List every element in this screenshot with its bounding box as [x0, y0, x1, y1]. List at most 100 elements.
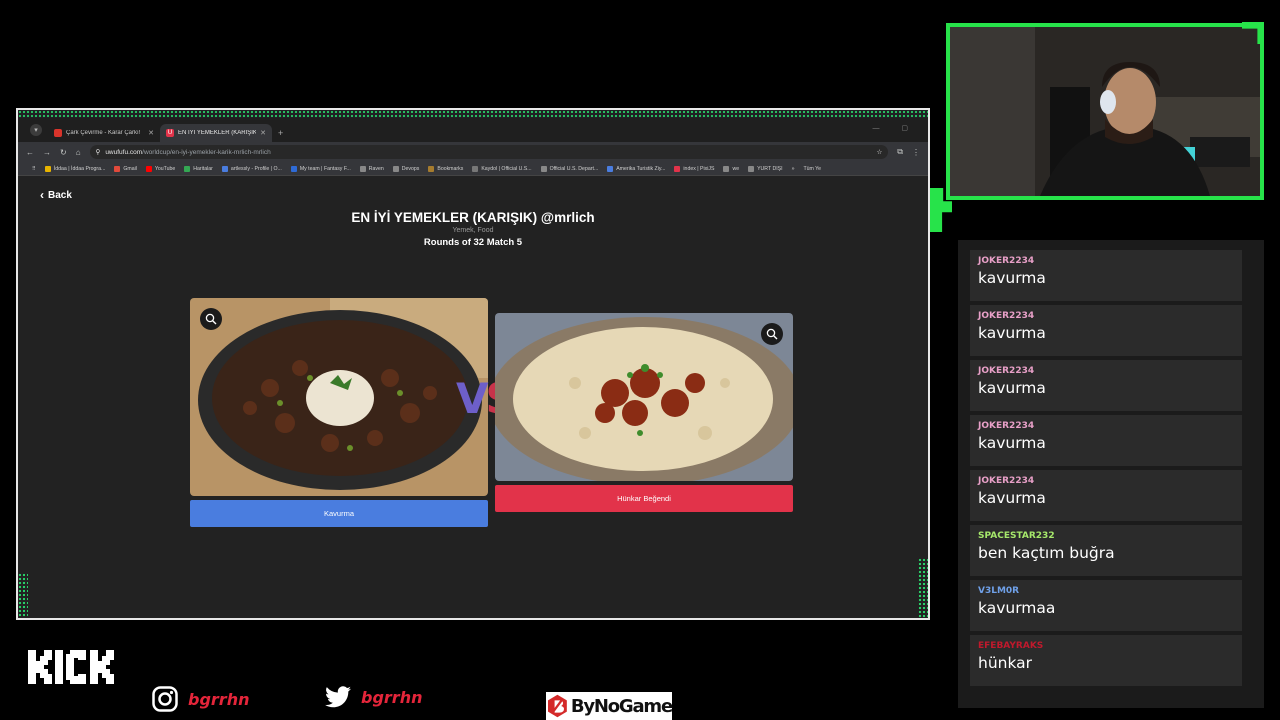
tab-bar: ▾ Çark Çevirme - Karar Çarkı! ✕ U EN İYİ…	[18, 118, 928, 142]
kavurma-image[interactable]	[190, 298, 488, 496]
chat-text: kavurma	[978, 269, 1046, 287]
kavurma-label: Kavurma	[323, 509, 354, 518]
browser-capture: ▾ Çark Çevirme - Karar Çarkı! ✕ U EN İYİ…	[16, 108, 930, 620]
chat-text: hünkar	[978, 654, 1033, 672]
bookmark-favicon-icon	[674, 165, 681, 172]
bookmark-favicon-icon	[221, 165, 228, 172]
chat-message: V3LM0R kavurmaa	[970, 580, 1242, 631]
chat-username[interactable]: JOKER2234	[978, 256, 1234, 266]
bookmark-favicon-icon	[184, 165, 191, 172]
site-info-icon[interactable]: ⚲	[96, 148, 101, 156]
bookmark-favicon-icon	[392, 165, 399, 172]
instagram-icon	[152, 686, 178, 712]
left-choice-card[interactable]: Kavurma	[190, 298, 488, 527]
bookmark-favicon-icon	[428, 165, 435, 172]
bookmark-item[interactable]: Devops	[392, 165, 419, 172]
hunkar-begendi-label: Hünkar Beğendi	[617, 494, 671, 503]
zoom-icon[interactable]	[761, 323, 783, 345]
tab-title: Çark Çevirme - Karar Çarkı!	[66, 130, 141, 136]
bookmark-item[interactable]: we	[723, 165, 739, 172]
close-tab-icon[interactable]: ✕	[148, 129, 154, 137]
chat-panel: JOKER2234 kavurma JOKER2234 kavurma JOKER223…	[958, 240, 1264, 708]
bookmark-favicon-icon	[472, 165, 479, 172]
url-domain: uwufufu.com	[105, 148, 143, 156]
chat-username[interactable]: SPACESTAR232	[978, 531, 1234, 541]
bookmark-label: Official U.S. Depart...	[549, 165, 599, 172]
bookmark-item[interactable]: Haritalar	[184, 165, 213, 172]
back-arrow-icon[interactable]: ←	[26, 148, 34, 157]
bookmark-item[interactable]: İddaa | İddaa Progra...	[44, 165, 105, 172]
new-tab-icon[interactable]: +	[278, 128, 283, 138]
kick-logo	[28, 650, 114, 684]
bookmark-star-icon[interactable]: ☆	[876, 148, 882, 156]
menu-icon[interactable]: ⋮	[912, 148, 920, 157]
url-path: /worldcup/en-iyi-yemekler-karik-mrlich-m…	[142, 148, 271, 156]
chat-username[interactable]: EFEBAYRAKS	[978, 641, 1234, 651]
forward-arrow-icon[interactable]: →	[43, 148, 51, 157]
bookmark-favicon-icon	[114, 165, 121, 172]
bookmark-label: artlessly - Profile | O...	[230, 165, 282, 172]
bookmark-item[interactable]: index | PixiJS	[674, 165, 714, 172]
url-field[interactable]: ⚲ uwufufu.com/worldcup/en-iyi-yemekler-k…	[89, 145, 889, 159]
decorative-dots	[18, 110, 928, 118]
bookmark-item[interactable]: Bookmarks	[428, 165, 463, 172]
close-tab-icon[interactable]: ✕	[260, 129, 266, 137]
tab-search-icon[interactable]: ▾	[30, 124, 42, 136]
page-title: EN İYİ YEMEKLER (KARIŞIK) @mrlich	[351, 210, 595, 225]
chat-username[interactable]: V3LM0R	[978, 586, 1234, 596]
bookmark-label: Haritalar	[193, 165, 213, 172]
bookmark-favicon-icon	[723, 165, 730, 172]
bookmarks-bar: ⠿ İddaa | İddaa Progra... Gmail YouTube Har…	[18, 162, 928, 176]
bookmark-item[interactable]: Amerika Turistik Ziy...	[607, 165, 666, 172]
tab-uwufufu[interactable]: U EN İYİ YEMEKLER (KARIŞIK) @ ✕	[160, 124, 272, 142]
address-bar: ← → ↻ ⌂ ⚲ uwufufu.com/worldcup/en-iyi-ye…	[18, 142, 928, 162]
bookmarks-overflow-icon[interactable]: »	[792, 166, 795, 172]
window-controls[interactable]: — ▢	[872, 124, 918, 132]
bookmark-favicon-icon	[290, 165, 297, 172]
bookmark-favicon-icon	[145, 165, 152, 172]
home-icon[interactable]: ⌂	[76, 148, 81, 157]
bookmark-label: YouTube	[154, 165, 176, 172]
chat-message: JOKER2234 kavurma	[970, 470, 1242, 521]
chat-username[interactable]: JOKER2234	[978, 421, 1234, 431]
back-label: Back	[48, 189, 72, 201]
bookmark-label: YURT DIŞI	[757, 165, 783, 172]
bookmark-item[interactable]: artlessly - Profile | O...	[221, 165, 282, 172]
chat-text: ben kaçtım buğra	[978, 544, 1115, 562]
decorative-dots	[18, 573, 28, 618]
all-bookmarks-folder[interactable]: Tüm Ye	[803, 166, 821, 172]
bookmark-label: Kaydol | Official U.S...	[481, 165, 532, 172]
zoom-icon[interactable]	[200, 308, 222, 330]
chat-username[interactable]: JOKER2234	[978, 476, 1234, 486]
bookmark-item[interactable]: Official U.S. Depart...	[540, 165, 599, 172]
chat-text: kavurma	[978, 379, 1046, 397]
tab-cark[interactable]: Çark Çevirme - Karar Çarkı! ✕	[48, 124, 160, 142]
hunkar-begendi-button[interactable]: Hünkar Beğendi	[495, 485, 793, 512]
bookmark-label: Amerika Turistik Ziy...	[616, 165, 666, 172]
all-bookmarks-label: Tüm Ye	[803, 165, 822, 172]
back-button[interactable]: ‹ Back	[40, 188, 72, 202]
bookmark-item[interactable]: YouTube	[145, 165, 176, 172]
bookmark-item[interactable]: YURT DIŞI	[748, 165, 783, 172]
stream-layout: ▾ Çark Çevirme - Karar Çarkı! ✕ U EN İYİ…	[0, 0, 1280, 720]
extensions-icon[interactable]: ⧉	[897, 147, 903, 157]
bookmark-item[interactable]: Gmail	[114, 165, 137, 172]
chat-username[interactable]: JOKER2234	[978, 311, 1234, 321]
chat-message: EFEBAYRAKS hünkar	[970, 635, 1242, 686]
kavurma-button[interactable]: Kavurma	[190, 500, 488, 527]
bookmark-item[interactable]: Kaydol | Official U.S...	[472, 165, 532, 172]
webcam-feed	[946, 23, 1264, 200]
bookmark-item[interactable]: Raven	[359, 165, 384, 172]
chat-text: kavurma	[978, 434, 1046, 452]
apps-grid-icon[interactable]: ⠿	[32, 166, 36, 172]
bookmark-favicon-icon	[44, 165, 51, 172]
chat-message: JOKER2234 kavurma	[970, 250, 1242, 301]
tab-title: EN İYİ YEMEKLER (KARIŞIK) @	[178, 130, 256, 136]
right-choice-card[interactable]: Hünkar Beğendi	[495, 313, 793, 512]
hunkar-begendi-image[interactable]	[495, 313, 793, 481]
chat-username[interactable]: JOKER2234	[978, 366, 1234, 376]
reload-icon[interactable]: ↻	[60, 148, 67, 157]
sponsor-name: ByNoGame	[570, 695, 673, 717]
bookmark-item[interactable]: My team | Fantasy F...	[290, 165, 351, 172]
decorative-dots	[918, 558, 928, 618]
